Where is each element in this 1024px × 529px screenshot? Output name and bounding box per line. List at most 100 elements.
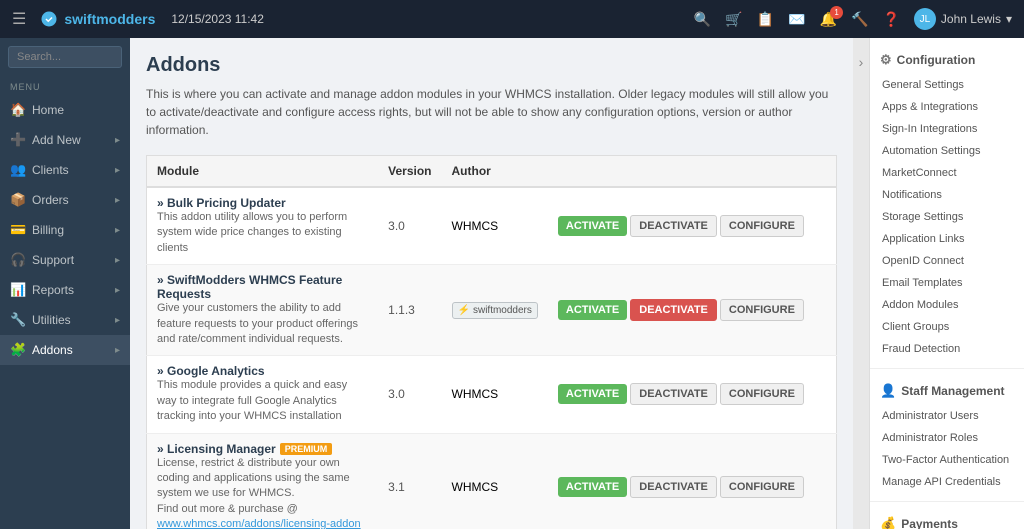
right-sidebar-item[interactable]: Addon Modules — [870, 294, 1024, 316]
section-icon: ⚙ — [880, 52, 892, 68]
sidebar-item-label: Reports — [32, 283, 74, 297]
right-sidebar-item[interactable]: Manage API Credentials — [870, 471, 1024, 493]
user-menu[interactable]: JL John Lewis ▾ — [914, 8, 1012, 30]
col-version: Version — [378, 156, 441, 188]
configure-button[interactable]: CONFIGURE — [720, 299, 804, 321]
right-sidebar-section-header: 💰Payments — [870, 510, 1024, 529]
module-author: WHMCS — [442, 433, 548, 529]
module-actions: ACTIVATEDEACTIVATECONFIGURE — [548, 356, 837, 433]
col-author: Author — [442, 156, 548, 188]
sidebar-item-home[interactable]: 🏠 Home — [0, 95, 130, 125]
sidebar-item-support[interactable]: 🎧Support ▸ — [0, 245, 130, 275]
sidebar-item-add-new[interactable]: ➕Add New ▸ — [0, 125, 130, 155]
main-content: Addons This is where you can activate an… — [130, 38, 853, 529]
premium-badge: PREMIUM — [280, 443, 333, 455]
sidebar-item-reports[interactable]: 📊 Reports ▸ — [0, 275, 130, 305]
module-desc: This module provides a quick and easy wa… — [157, 378, 368, 424]
sidebar: MENU 🏠 Home ➕Add New ▸ 👥Clients ▸ 📦Order… — [0, 38, 130, 529]
chevron-icon: ▸ — [115, 285, 120, 296]
activate-button[interactable]: ACTIVATE — [558, 384, 627, 404]
menu-toggle-icon[interactable]: ☰ — [12, 9, 26, 29]
bell-icon[interactable]: 🔔 1 — [820, 11, 837, 28]
table-row: » Bulk Pricing UpdaterThis addon utility… — [147, 187, 837, 265]
right-sidebar-item[interactable]: MarketConnect — [870, 162, 1024, 184]
chevron-icon: ▸ — [115, 225, 120, 236]
col-actions — [548, 156, 837, 188]
chevron-icon: ▸ — [115, 195, 120, 206]
activate-button[interactable]: ACTIVATE — [558, 216, 627, 236]
sidebar-item-addons[interactable]: 🧩Addons ▸ — [0, 335, 130, 365]
right-sidebar-item[interactable]: Administrator Roles — [870, 427, 1024, 449]
menu-label: MENU — [0, 76, 130, 95]
deactivate-button[interactable]: DEACTIVATE — [630, 299, 717, 321]
module-author: WHMCS — [442, 187, 548, 265]
list-icon[interactable]: 📋 — [757, 11, 774, 28]
navbar: ☰ swiftmodders 12/15/2023 11:42 🔍 🛒 📋 ✉️… — [0, 0, 1024, 38]
sidebar-item-label: Addons — [32, 343, 73, 357]
help-icon[interactable]: ❓ — [882, 11, 899, 28]
brand-logo: swiftmodders — [40, 10, 155, 28]
configure-button[interactable]: CONFIGURE — [720, 215, 804, 237]
right-sidebar-item[interactable]: Two-Factor Authentication — [870, 449, 1024, 471]
right-sidebar-section-header: ⚙ Configuration — [870, 46, 1024, 74]
billing-icon: 💳 — [10, 222, 26, 238]
search-input[interactable] — [8, 46, 122, 68]
right-sidebar-item[interactable]: Client Groups — [870, 316, 1024, 338]
search-container — [0, 38, 130, 76]
right-sidebar-item[interactable]: Sign-In Integrations — [870, 118, 1024, 140]
right-sidebar-item[interactable]: General Settings — [870, 74, 1024, 96]
module-desc: Give your customers the ability to add f… — [157, 301, 368, 347]
author-logo-badge: ⚡swiftmodders — [452, 302, 538, 319]
right-sidebar-item[interactable]: Notifications — [870, 184, 1024, 206]
sidebar-item-label: Add New — [32, 133, 81, 147]
deactivate-button[interactable]: DEACTIVATE — [630, 476, 717, 498]
sidebar-collapse-arrow[interactable]: › — [853, 38, 869, 529]
author-logo: ⚡swiftmodders — [452, 302, 538, 319]
cart-icon[interactable]: 🛒 — [725, 11, 742, 28]
page-description: This is where you can activate and manag… — [146, 85, 837, 139]
right-sidebar-section: ⚙ Configuration General SettingsApps & Int… — [870, 38, 1024, 369]
sidebar-item-orders[interactable]: 📦Orders ▸ — [0, 185, 130, 215]
layout: MENU 🏠 Home ➕Add New ▸ 👥Clients ▸ 📦Order… — [0, 38, 1024, 529]
sidebar-item-clients[interactable]: 👥Clients ▸ — [0, 155, 130, 185]
right-sidebar-section: 💰PaymentsCurrencies — [870, 502, 1024, 529]
right-sidebar-item[interactable]: Apps & Integrations — [870, 96, 1024, 118]
right-sidebar-item[interactable]: Fraud Detection — [870, 338, 1024, 360]
module-link[interactable]: www.whmcs.com/addons/licensing-addon — [157, 518, 361, 529]
table-row: » Licensing ManagerPREMIUMLicense, restr… — [147, 433, 837, 529]
addons-table: Module Version Author » Bulk Pricing Upd… — [146, 155, 837, 529]
right-sidebar-item[interactable]: Automation Settings — [870, 140, 1024, 162]
sidebar-item-label: Utilities — [32, 313, 71, 327]
tools-icon[interactable]: 🔨 — [851, 11, 868, 28]
module-author: ⚡swiftmodders — [442, 265, 548, 356]
sidebar-item-billing[interactable]: 💳 Billing ▸ — [0, 215, 130, 245]
sidebar-item-label: Billing — [32, 223, 64, 237]
right-sidebar-item[interactable]: OpenID Connect — [870, 250, 1024, 272]
chevron-icon: ▸ — [115, 315, 120, 326]
navbar-icons: 🔍 🛒 📋 ✉️ 🔔 1 🔨 ❓ JL John Lewis ▾ — [694, 8, 1012, 30]
section-icon: 💰 — [880, 516, 896, 529]
col-module: Module — [147, 156, 379, 188]
search-icon[interactable]: 🔍 — [694, 11, 711, 28]
module-actions: ACTIVATEDEACTIVATECONFIGURE — [548, 433, 837, 529]
configure-button[interactable]: CONFIGURE — [720, 383, 804, 405]
sidebar-item-utilities[interactable]: 🔧Utilities ▸ — [0, 305, 130, 335]
right-sidebar-item[interactable]: Email Templates — [870, 272, 1024, 294]
email-icon[interactable]: ✉️ — [788, 11, 805, 28]
section-title: Configuration — [897, 53, 976, 67]
deactivate-button[interactable]: DEACTIVATE — [630, 215, 717, 237]
module-version: 3.0 — [378, 356, 441, 433]
module-actions: ACTIVATEDEACTIVATECONFIGURE — [548, 265, 837, 356]
activate-button[interactable]: ACTIVATE — [558, 300, 627, 320]
configure-button[interactable]: CONFIGURE — [720, 476, 804, 498]
right-sidebar-item[interactable]: Application Links — [870, 228, 1024, 250]
chevron-icon: ▸ — [115, 165, 120, 176]
activate-button[interactable]: ACTIVATE — [558, 477, 627, 497]
deactivate-button[interactable]: DEACTIVATE — [630, 383, 717, 405]
right-sidebar-item[interactable]: Storage Settings — [870, 206, 1024, 228]
right-sidebar-item[interactable]: Administrator Users — [870, 405, 1024, 427]
sidebar-item-label: Home — [32, 103, 64, 117]
reports-icon: 📊 — [10, 282, 26, 298]
module-name: » Google Analytics — [157, 364, 265, 378]
module-version: 3.0 — [378, 187, 441, 265]
